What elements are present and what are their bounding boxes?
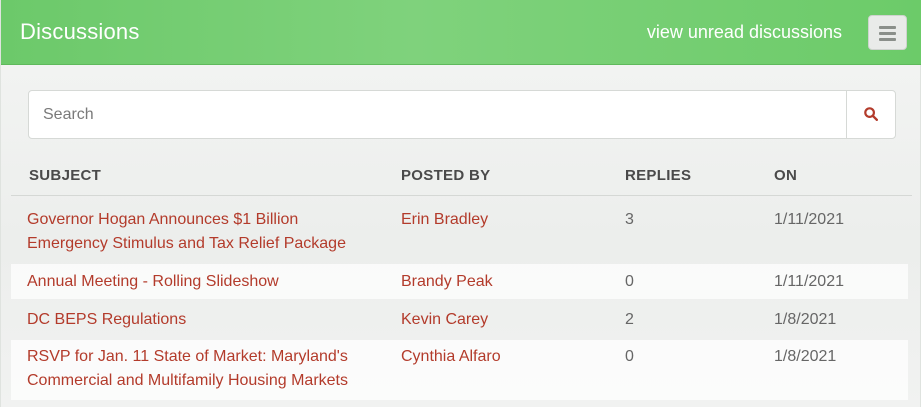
posted-date: 1/11/2021 <box>774 273 844 290</box>
discussions-panel: Discussions view unread discussions SUBJ… <box>0 0 921 407</box>
header-divider <box>11 195 912 196</box>
posted-by-link[interactable]: Erin Bradley <box>401 208 488 232</box>
panel-header: Discussions view unread discussions <box>1 0 921 65</box>
reply-count: 0 <box>625 348 634 365</box>
column-header-replies[interactable]: REPLIES <box>625 166 691 186</box>
subject-line: DC BEPS Regulations <box>27 311 187 328</box>
posted-date: 1/8/2021 <box>774 311 837 328</box>
hamburger-menu-icon <box>879 26 896 29</box>
menu-toggle-button[interactable] <box>868 15 907 50</box>
search-box <box>28 90 896 139</box>
reply-count: 0 <box>625 273 634 290</box>
column-header-posted-by[interactable]: POSTED BY <box>401 166 490 186</box>
subject-line: Emergency Stimulus and Tax Relief Packag… <box>27 235 346 252</box>
posted-by-link[interactable]: Brandy Peak <box>401 270 493 294</box>
table-row: RSVP for Jan. 11 State of Market: Maryla… <box>11 340 908 400</box>
subject-line: Annual Meeting - Rolling Slideshow <box>27 273 279 290</box>
hamburger-menu-icon <box>879 38 896 41</box>
posted-by-link[interactable]: Kevin Carey <box>401 308 488 332</box>
table-row: Governor Hogan Announces $1 Billion Emer… <box>11 205 908 261</box>
discussion-subject-link[interactable]: DC BEPS Regulations <box>27 308 387 332</box>
discussion-subject-link[interactable]: RSVP for Jan. 11 State of Market: Maryla… <box>27 345 387 393</box>
discussion-subject-link[interactable]: Governor Hogan Announces $1 Billion Emer… <box>27 208 387 256</box>
table-row: Annual Meeting - Rolling Slideshow Brand… <box>11 264 908 299</box>
search-input[interactable] <box>29 91 847 138</box>
reply-count: 2 <box>625 311 634 328</box>
subject-line: Governor Hogan Announces $1 Billion <box>27 211 299 228</box>
search-button[interactable] <box>846 91 895 138</box>
search-icon <box>864 107 878 121</box>
posted-date: 1/8/2021 <box>774 348 837 365</box>
reply-count: 3 <box>625 211 634 228</box>
hamburger-menu-icon <box>879 32 896 35</box>
subject-line: RSVP for Jan. 11 State of Market: Maryla… <box>27 348 348 365</box>
posted-by-link[interactable]: Cynthia Alfaro <box>401 345 501 369</box>
table-row: DC BEPS Regulations Kevin Carey 2 1/8/20… <box>11 302 908 337</box>
column-header-subject[interactable]: SUBJECT <box>29 166 101 186</box>
discussion-subject-link[interactable]: Annual Meeting - Rolling Slideshow <box>27 270 387 294</box>
column-header-on[interactable]: ON <box>774 166 797 186</box>
posted-date: 1/11/2021 <box>774 211 844 228</box>
view-unread-link[interactable]: view unread discussions <box>647 20 842 44</box>
subject-line: Commercial and Multifamily Housing Marke… <box>27 372 348 389</box>
panel-title: Discussions <box>20 19 140 44</box>
